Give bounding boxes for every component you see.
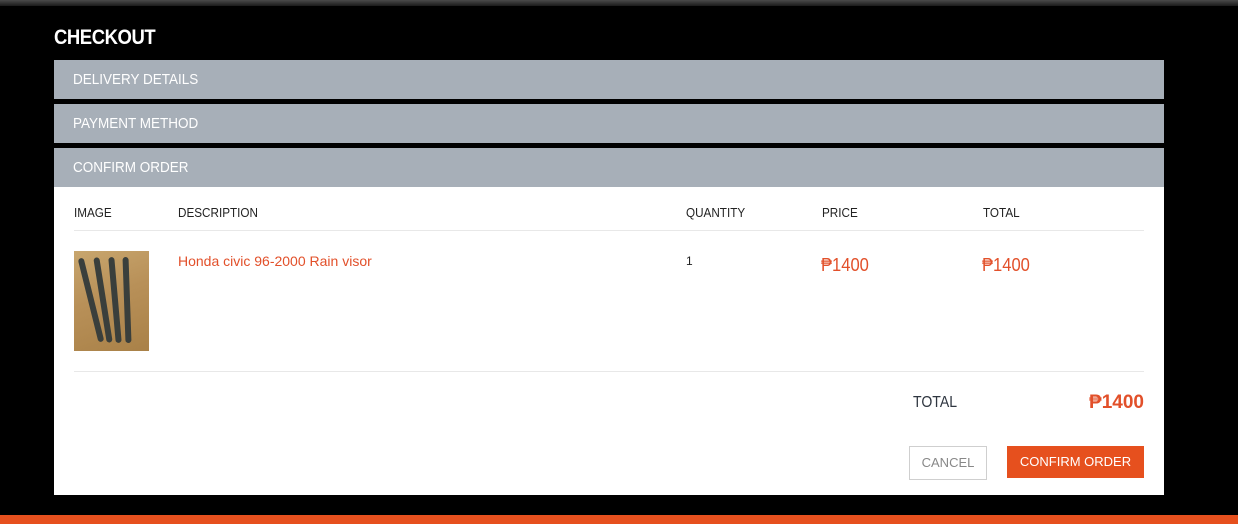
product-quantity: 1	[686, 254, 693, 268]
order-total-value: ₱1400	[1089, 392, 1144, 413]
column-header-quantity: QUANTITY	[686, 205, 746, 220]
column-header-price: PRICE	[822, 205, 858, 220]
confirm-order-button[interactable]: CONFIRM ORDER	[1007, 446, 1144, 478]
footer-accent-bar	[0, 515, 1238, 524]
payment-method-label: PAYMENT METHOD	[73, 115, 199, 132]
header-divider	[74, 230, 1144, 231]
top-border	[0, 0, 1238, 6]
confirm-order-panel: IMAGE DESCRIPTION QUANTITY PRICE TOTAL H…	[54, 187, 1164, 495]
confirm-order-header[interactable]: CONFIRM ORDER	[54, 148, 1164, 187]
page-title: CHECKOUT	[54, 26, 156, 49]
delivery-details-header[interactable]: DELIVERY DETAILS	[54, 60, 1164, 99]
cancel-button[interactable]: CANCEL	[909, 446, 987, 480]
payment-method-header[interactable]: PAYMENT METHOD	[54, 104, 1164, 143]
delivery-details-label: DELIVERY DETAILS	[73, 71, 199, 88]
order-total-label: TOTAL	[913, 394, 958, 411]
row-divider	[74, 371, 1144, 372]
product-total: ₱1400	[982, 255, 1030, 275]
column-header-total: TOTAL	[983, 205, 1020, 220]
column-header-description: DESCRIPTION	[178, 205, 258, 220]
product-image	[74, 251, 149, 351]
product-name-link[interactable]: Honda civic 96-2000 Rain visor	[178, 253, 372, 269]
confirm-order-label: CONFIRM ORDER	[73, 159, 189, 176]
column-header-image: IMAGE	[74, 205, 112, 220]
product-price: ₱1400	[821, 255, 869, 275]
